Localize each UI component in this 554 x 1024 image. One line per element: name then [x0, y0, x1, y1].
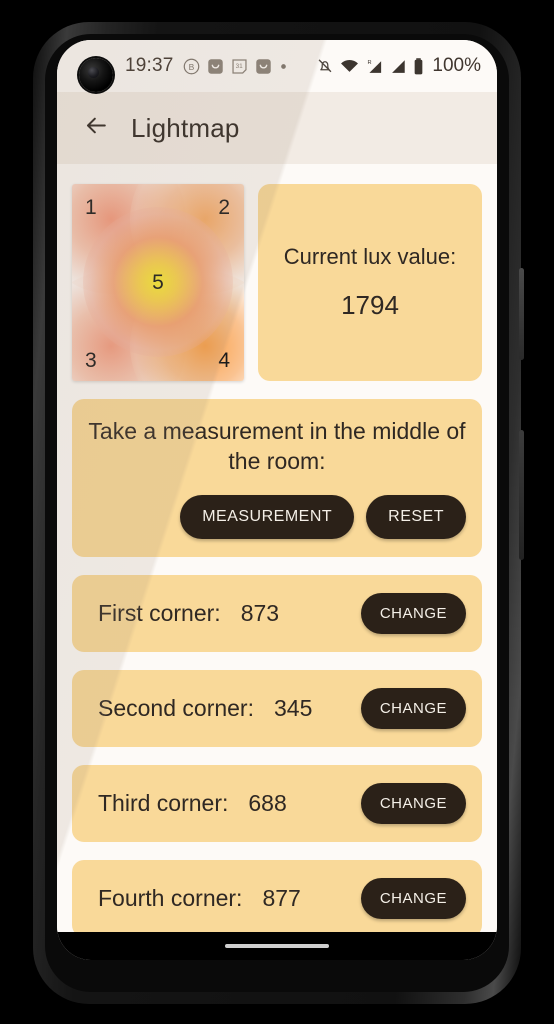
- arrow-left-icon: [83, 112, 110, 144]
- measurement-instruction: Take a measurement in the middle of the …: [88, 418, 466, 474]
- fourth-corner-label: Fourth corner:: [98, 884, 243, 911]
- app-bar: Lightmap: [57, 92, 497, 164]
- gesture-bar[interactable]: [225, 944, 329, 948]
- wifi-icon: [340, 58, 359, 74]
- third-corner-label: Third corner:: [98, 789, 229, 816]
- first-corner-row: First corner: 873 CHANGE: [72, 574, 482, 652]
- third-corner-row: Third corner: 688 CHANGE: [72, 764, 482, 842]
- measurement-button[interactable]: MEASUREMENT: [180, 494, 355, 539]
- top-row: 1 2 3 4 5 Current lux value: 1794: [72, 184, 482, 381]
- dot-icon: [279, 62, 288, 71]
- second-corner-label: Second corner:: [98, 694, 254, 721]
- first-corner-change-button[interactable]: CHANGE: [360, 592, 466, 634]
- back-button[interactable]: [79, 111, 113, 145]
- messaging-bag-icon: [207, 58, 224, 75]
- measurement-card-actions: MEASUREMENT RESET: [88, 494, 466, 539]
- phone-screen: 19:37 B 31 R 100% Lightmap 1 2 3 4 5 Cur…: [57, 40, 497, 960]
- heatmap-label-1: 1: [85, 196, 97, 219]
- b-circle-icon: B: [183, 58, 200, 75]
- signal-icon: [390, 58, 407, 75]
- reset-button[interactable]: RESET: [366, 494, 466, 539]
- notifications-off-icon: [316, 57, 334, 75]
- heatmap-label-4: 4: [218, 349, 230, 372]
- calendar-31-icon: 31: [231, 58, 248, 75]
- battery-percent: 100%: [432, 55, 481, 76]
- current-lux-card: Current lux value: 1794: [258, 184, 482, 381]
- third-corner-change-button[interactable]: CHANGE: [360, 782, 466, 824]
- svg-text:R: R: [368, 59, 372, 65]
- status-bar: 19:37 B 31 R 100%: [57, 40, 497, 92]
- screenshot-stage: 19:37 B 31 R 100% Lightmap 1 2 3 4 5 Cur…: [0, 0, 554, 1024]
- first-corner-label: First corner:: [98, 599, 221, 626]
- gesture-nav-area: [57, 932, 497, 960]
- fourth-corner-row: Fourth corner: 877 CHANGE: [72, 859, 482, 932]
- svg-text:31: 31: [235, 63, 243, 70]
- first-corner-value: 873: [240, 599, 280, 626]
- power-button[interactable]: [519, 268, 524, 360]
- page-title: Lightmap: [131, 112, 240, 143]
- current-lux-label: Current lux value:: [283, 243, 457, 269]
- heatmap-label-3: 3: [85, 349, 97, 372]
- heatmap-label-2: 2: [218, 196, 230, 219]
- fourth-corner-value: 877: [262, 884, 301, 911]
- measurement-card: Take a measurement in the middle of the …: [72, 399, 482, 557]
- status-left-icons: B 31: [183, 58, 317, 75]
- roaming-signal-icon: R: [365, 58, 384, 75]
- messaging-bag-icon: [255, 58, 272, 75]
- fourth-corner-change-button[interactable]: CHANGE: [360, 877, 466, 919]
- second-corner-value: 345: [273, 694, 313, 721]
- svg-text:B: B: [188, 61, 194, 71]
- current-lux-value: 1794: [341, 290, 399, 321]
- second-corner-change-button[interactable]: CHANGE: [360, 687, 466, 729]
- volume-button[interactable]: [519, 430, 524, 560]
- main-content: 1 2 3 4 5 Current lux value: 1794 Take a…: [57, 164, 497, 932]
- status-clock: 19:37: [125, 55, 174, 76]
- front-camera: [79, 58, 113, 92]
- third-corner-value: 688: [248, 789, 287, 816]
- battery-icon: [413, 57, 424, 76]
- status-right-icons: R 100%: [316, 55, 481, 77]
- lightmap-heatmap[interactable]: 1 2 3 4 5: [72, 184, 244, 381]
- second-corner-row: Second corner: 345 CHANGE: [72, 669, 482, 747]
- heatmap-label-5: 5: [152, 270, 164, 294]
